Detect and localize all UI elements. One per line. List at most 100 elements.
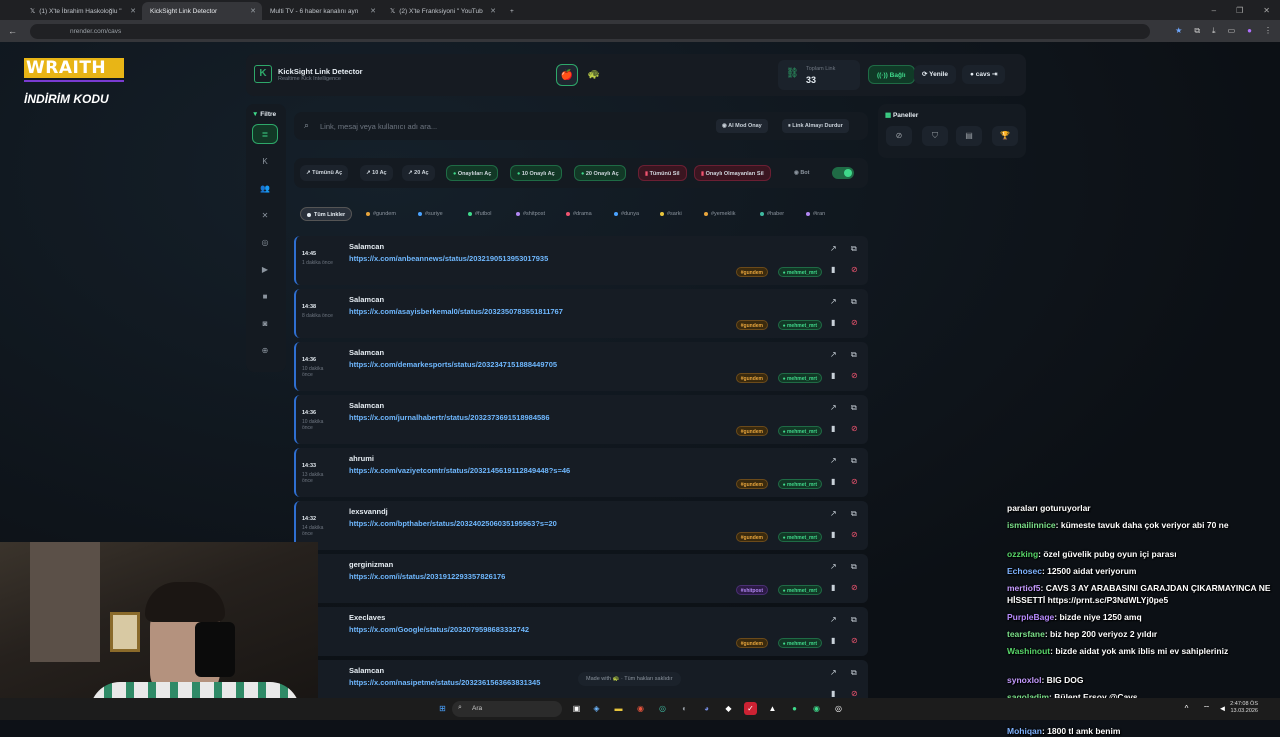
tag-gundem[interactable]: #gundem — [360, 207, 402, 221]
copy-link-icon[interactable]: ⧉ — [851, 244, 857, 254]
copilot-icon[interactable]: ◈ — [590, 702, 603, 715]
search-input[interactable]: Link, mesaj veya kullanıcı adı ara... — [320, 122, 437, 131]
browser-tab[interactable]: 𝕏 (1) X'te İbrahim Haskoloğlu " ✕ — [22, 2, 142, 20]
tag-suriye[interactable]: #suriye — [412, 207, 449, 221]
open-20-approved-button[interactable]: ● 20 Onaylı Aç — [574, 165, 626, 181]
block-panel-button[interactable]: ⊘ — [886, 126, 912, 146]
delete-link-icon[interactable]: ▮ — [831, 583, 835, 592]
open-approved-button[interactable]: ● Onaylıları Aç — [446, 165, 499, 181]
link-url[interactable]: https://x.com/i/status/20319122933578261… — [349, 572, 505, 581]
open-link-icon[interactable]: ↗ — [830, 403, 837, 412]
tag-haber[interactable]: #haber — [754, 207, 790, 221]
link-tag[interactable]: #gundem — [735, 267, 768, 277]
close-tab-icon[interactable]: ✕ — [490, 7, 496, 15]
chat-username[interactable]: tearsfane — [1007, 629, 1045, 639]
delete-link-icon[interactable]: ▮ — [831, 689, 835, 698]
link-user[interactable]: Execlaves — [349, 613, 385, 622]
chrome-icon[interactable]: ◉ — [634, 702, 647, 715]
link-row[interactable]: Execlaves https://x.com/Google/status/203… — [294, 607, 868, 656]
open-10-approved-button[interactable]: ● 10 Onaylı Aç — [510, 165, 562, 181]
taskbar-clock[interactable]: 2:47:08 ÖS 13.03.2026 — [1230, 701, 1258, 715]
block-user-icon[interactable]: ⊘ — [851, 424, 858, 433]
chat-username[interactable]: mertiof5 — [1007, 583, 1041, 593]
copy-link-icon[interactable]: ⧉ — [851, 297, 857, 307]
open-link-icon[interactable]: ↗ — [830, 456, 837, 465]
close-tab-icon[interactable]: ✕ — [250, 7, 256, 15]
user-logout-button[interactable]: ● cavs ⇥ — [962, 65, 1006, 84]
copy-link-icon[interactable]: ⧉ — [851, 668, 857, 678]
volume-icon[interactable]: ◄ — [1216, 702, 1229, 715]
shield-panel-button[interactable]: ⛉ — [922, 126, 948, 146]
link-tag[interactable]: #shitpost — [735, 585, 768, 595]
tag-shitpost[interactable]: #shitpost — [510, 207, 551, 221]
link-tag[interactable]: #gundem — [735, 532, 768, 542]
open-link-icon[interactable]: ↗ — [830, 668, 837, 677]
block-user-icon[interactable]: ⊘ — [851, 530, 858, 539]
tag-futbol[interactable]: #futbol — [462, 207, 498, 221]
browser-tab-active[interactable]: KickSight Link Detector ✕ — [142, 2, 262, 20]
link-row[interactable]: 14:45 1 dakika önce Salamcan https://x.com/… — [294, 236, 868, 285]
copy-link-icon[interactable]: ⧉ — [851, 615, 857, 625]
block-user-icon[interactable]: ⊘ — [851, 371, 858, 380]
link-url[interactable]: https://x.com/jurnalhabertr/status/20323… — [349, 413, 550, 422]
copy-link-icon[interactable]: ⧉ — [851, 350, 857, 360]
close-window-icon[interactable]: ✕ — [1263, 6, 1270, 15]
link-tag[interactable]: #gundem — [735, 638, 768, 648]
open-link-icon[interactable]: ↗ — [830, 244, 837, 253]
trophy-panel-button[interactable]: 🏆 — [992, 126, 1018, 146]
link-row[interactable]: 14:32 14 dakika önce lexsvanndj https://x.c… — [294, 501, 868, 550]
star-icon[interactable]: ★ — [1175, 26, 1182, 36]
url-field[interactable]: nrender.com/cavs — [30, 23, 1150, 39]
browser-tab[interactable]: Multi TV - 6 haber kanalını ayn ✕ — [262, 2, 382, 20]
minimize-icon[interactable]: – — [1212, 6, 1216, 15]
tag-sarki[interactable]: #sarki — [654, 207, 688, 221]
filter-youtube-button[interactable]: ▶ — [252, 260, 278, 280]
app-icon[interactable]: ◐ — [678, 702, 691, 715]
chat-username[interactable]: ozzking — [1007, 549, 1038, 559]
delete-link-icon[interactable]: ▮ — [831, 265, 835, 274]
filter-video-button[interactable]: ■ — [252, 287, 278, 307]
link-url[interactable]: https://x.com/bpthaber/status/2032402506… — [349, 519, 557, 528]
menu-icon[interactable]: ⋮ — [1264, 26, 1272, 36]
browser-tab[interactable]: 𝕏 (2) X'te Franksiyoni " YouTub ✕ — [382, 2, 502, 20]
mascot-icon[interactable]: 🐢 — [583, 64, 605, 86]
delete-link-icon[interactable]: ▮ — [831, 477, 835, 486]
link-url[interactable]: https://x.com/Google/status/203207959868… — [349, 625, 529, 634]
app-icon-2[interactable]: ◆ — [722, 702, 735, 715]
wifi-tray-icon[interactable]: ⌔ — [1200, 702, 1213, 715]
chat-username[interactable]: synoxlol — [1007, 675, 1041, 685]
block-user-icon[interactable]: ⊘ — [851, 583, 858, 592]
copy-link-icon[interactable]: ⧉ — [851, 456, 857, 466]
ai-mode-button[interactable]: ◉ AI Mod Onay — [716, 119, 768, 133]
tray-chevron-icon[interactable]: ^ — [1180, 702, 1193, 715]
stop-links-button[interactable]: ⏸ Link Almayı Durdur — [782, 119, 849, 133]
copy-link-icon[interactable]: ⧉ — [851, 403, 857, 413]
new-tab-button[interactable]: + — [502, 2, 522, 20]
link-url[interactable]: https://x.com/vaziyetcomtr/status/203214… — [349, 466, 570, 475]
sidebar-icon[interactable]: ▭ — [1228, 26, 1236, 36]
open-link-icon[interactable]: ↗ — [830, 509, 837, 518]
back-icon[interactable]: ← — [8, 26, 17, 36]
open-10-button[interactable]: ↗ 10 Aç — [360, 165, 393, 181]
tag-all[interactable]: Tüm Linkler — [300, 207, 353, 221]
tag-yemeklik[interactable]: #yemeklik — [698, 207, 741, 221]
archive-panel-button[interactable]: ▤ — [956, 126, 982, 146]
link-tag[interactable]: #gundem — [735, 426, 768, 436]
chat-username[interactable]: ismailinnice — [1007, 520, 1056, 530]
chat-username[interactable]: Echosec — [1007, 566, 1042, 576]
delete-link-icon[interactable]: ▮ — [831, 371, 835, 380]
whatsapp-icon[interactable]: ● — [788, 702, 801, 715]
windows-start-icon[interactable]: ⊞ — [436, 702, 449, 715]
open-link-icon[interactable]: ↗ — [830, 615, 837, 624]
delete-link-icon[interactable]: ▮ — [831, 636, 835, 645]
link-user[interactable]: lexsvanndj — [349, 507, 388, 516]
tag-drama[interactable]: #drama — [560, 207, 598, 221]
delete-link-icon[interactable]: ▮ — [831, 424, 835, 433]
obs-icon[interactable]: ◎ — [832, 702, 845, 715]
delete-all-button[interactable]: ▮ Tümünü Sil — [638, 165, 687, 181]
link-tag[interactable]: #gundem — [735, 373, 768, 383]
link-url[interactable]: https://x.com/demarkesports/status/20323… — [349, 360, 557, 369]
filter-instagram-button[interactable]: ◎ — [252, 233, 278, 253]
spotify-icon[interactable]: ◉ — [810, 702, 823, 715]
taskbar-search[interactable]: ⌕ Ara — [452, 701, 562, 717]
